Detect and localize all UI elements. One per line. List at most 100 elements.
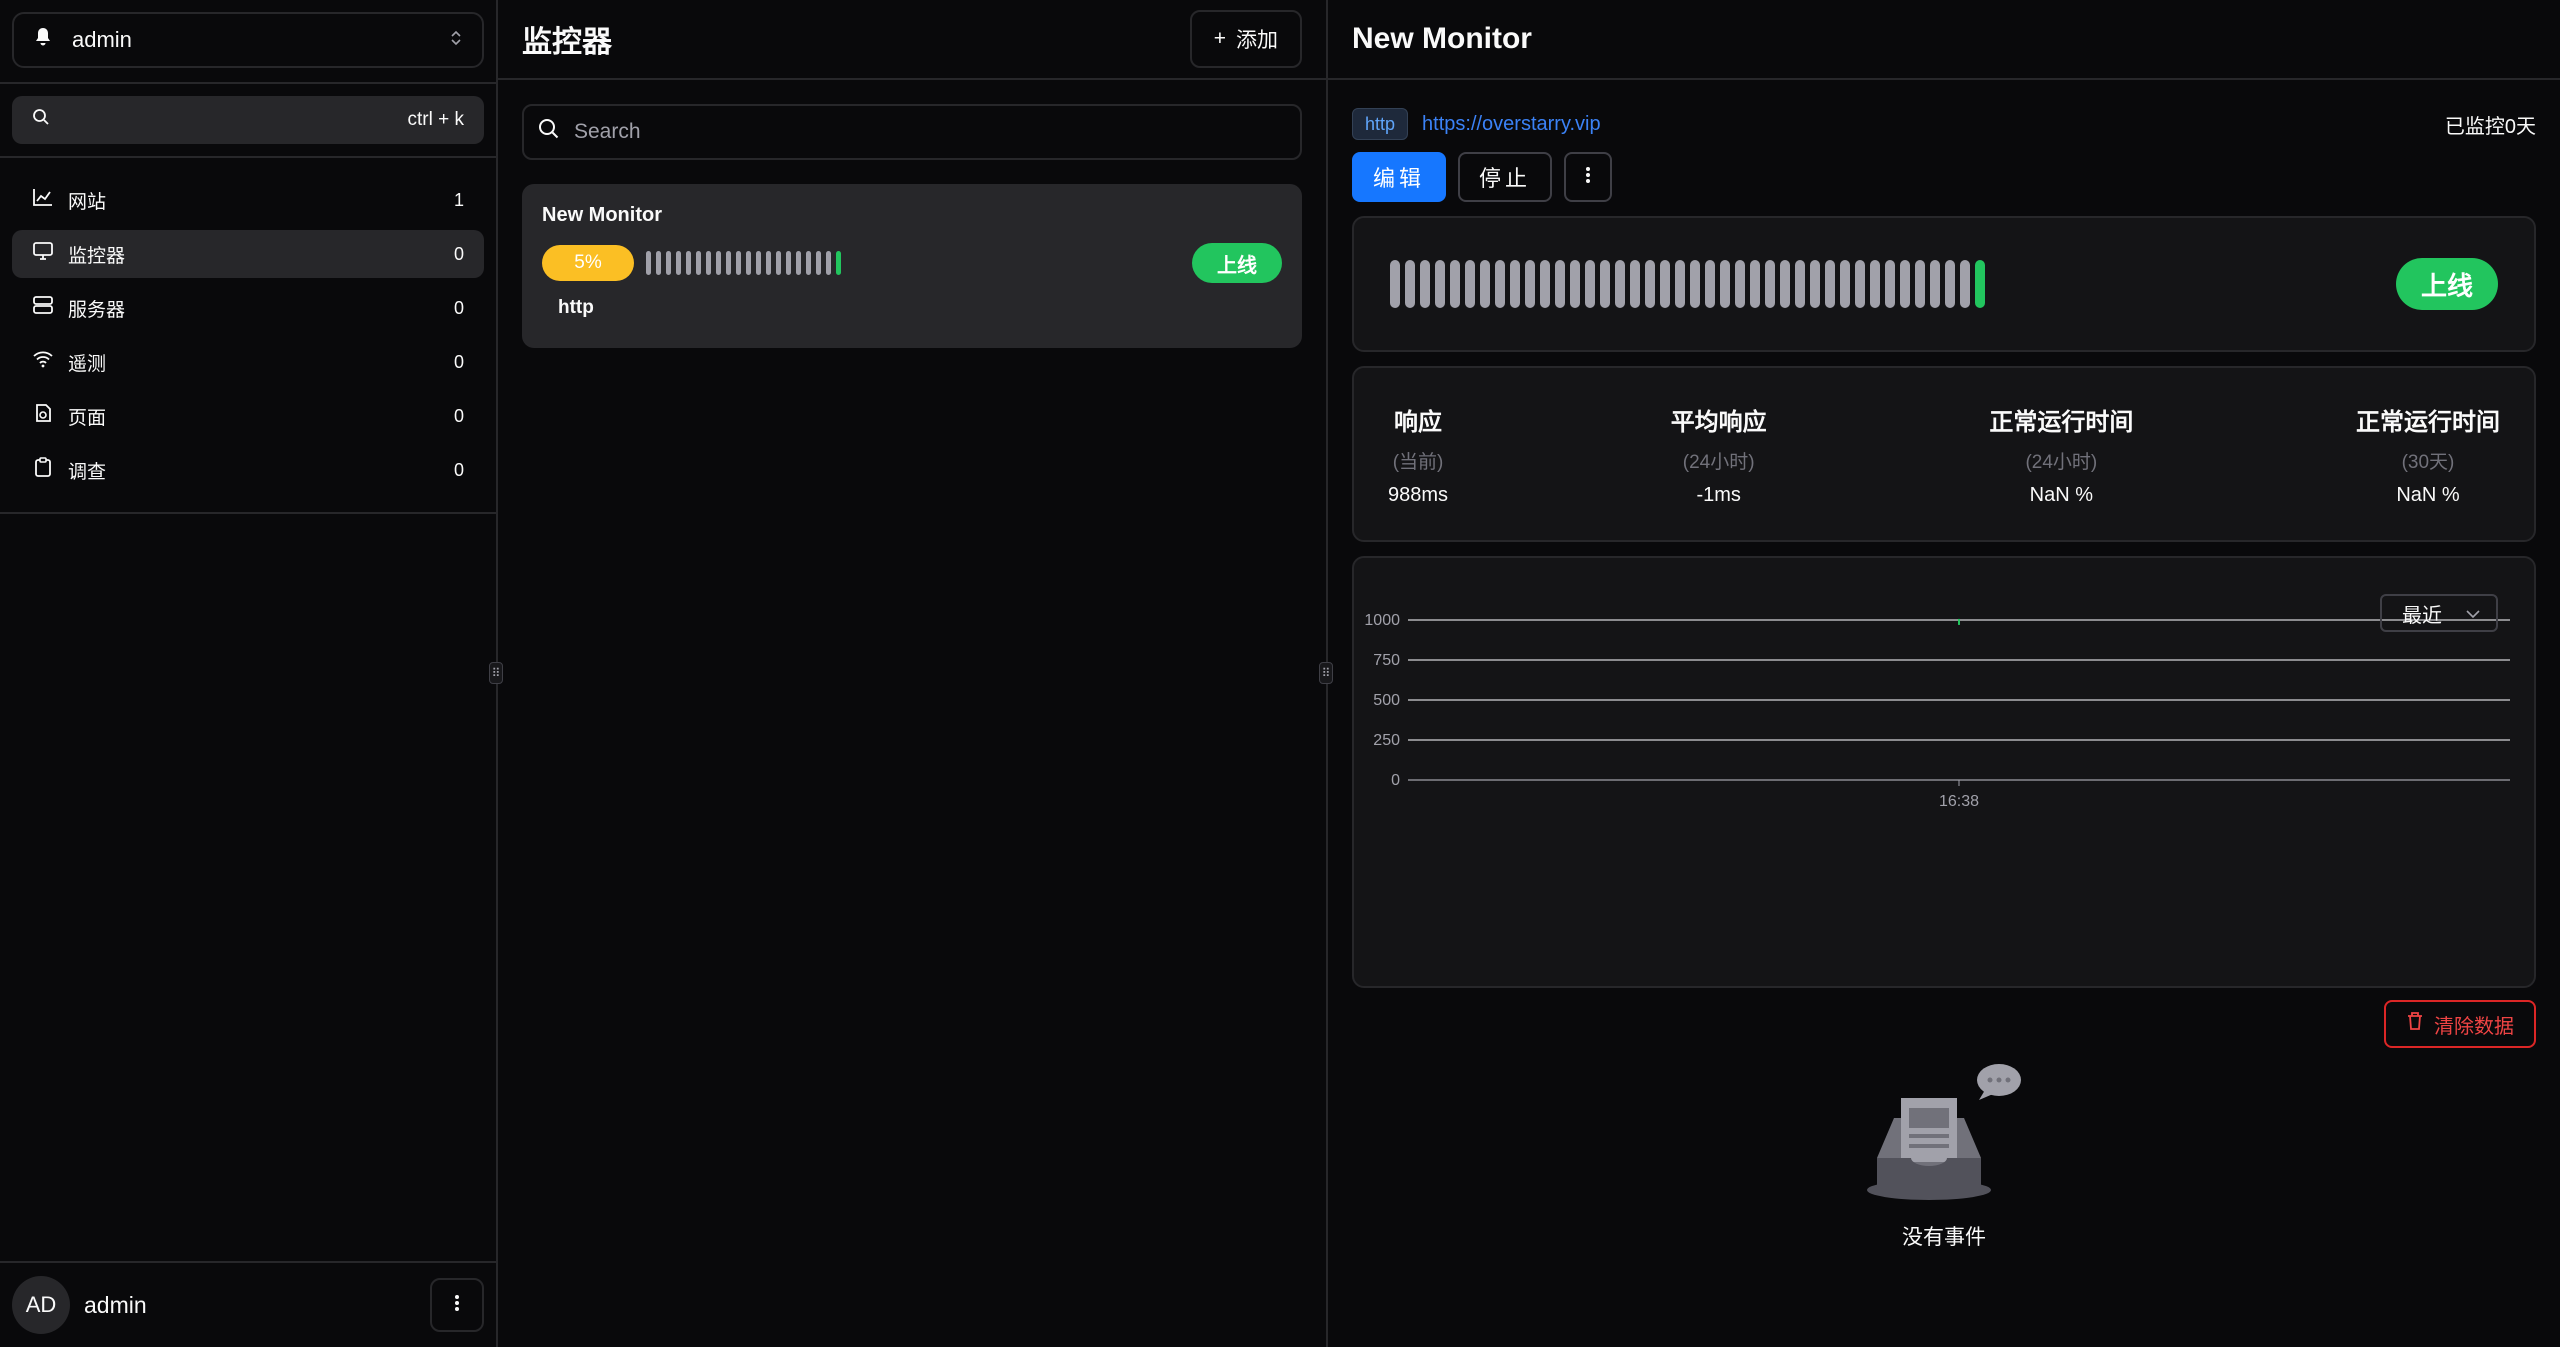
heartbeat-pending: [1705, 260, 1715, 308]
sidebar-item-count: 0: [453, 405, 464, 426]
heartbeat-pending: [1495, 260, 1505, 308]
stat-title: 正常运行时间: [2356, 408, 2500, 436]
stat-uptime-30d: 正常运行时间 (30天) NaN %: [2356, 402, 2500, 507]
monitor-list-pane: ⠿ 监控器 + 添加 Search New Monitor 5% 上线 http: [489, 0, 1328, 1347]
status-badge: 上线: [1192, 243, 1282, 283]
avatar[interactable]: AD: [12, 1276, 70, 1334]
heartbeat-pending: [1555, 260, 1565, 308]
heartbeat-pending: [1795, 260, 1805, 308]
heartbeat-pending: [1660, 260, 1670, 308]
sidebar-item-label: 网站: [68, 191, 107, 213]
heartbeat-pending: [1450, 260, 1460, 308]
heartbeat-pending: [1870, 260, 1880, 308]
heartbeat-pending: [1480, 260, 1490, 308]
heartbeat-pending: [1645, 260, 1655, 308]
sidebar-item-count: 0: [453, 459, 464, 480]
heartbeat-pending: [1630, 260, 1640, 308]
more-vertical-icon: [454, 1293, 460, 1318]
sidebar-item-websites[interactable]: 网站 1: [12, 176, 484, 224]
monitor-icon: [32, 241, 54, 267]
stat-avg-response: 平均响应 (24小时) -1ms: [1671, 402, 1767, 507]
y-tick-label: 500: [1373, 692, 1400, 709]
monitor-search-input[interactable]: Search: [522, 104, 1302, 160]
more-vertical-icon: [1585, 165, 1591, 190]
heartbeat-pending: [676, 251, 681, 275]
monitor-type: http: [558, 297, 594, 318]
search-placeholder: Search: [574, 120, 641, 143]
stats-panel: 响应 (当前) 988ms 平均响应 (24小时) -1ms 正常运行时间 (2…: [1352, 366, 2536, 542]
resize-handle[interactable]: ⠿: [489, 662, 503, 684]
heartbeat-pending: [1570, 260, 1580, 308]
sidebar-item-telemetry[interactable]: 遥测 0: [12, 338, 484, 386]
heartbeat-pending: [686, 251, 691, 275]
sidebar-item-servers[interactable]: 服务器 0: [12, 284, 484, 332]
resize-handle[interactable]: ⠿: [1319, 662, 1333, 684]
heartbeat-pending: [1525, 260, 1535, 308]
heartbeat-pending: [1510, 260, 1520, 308]
stat-title: 平均响应: [1670, 408, 1767, 436]
sidebar-item-pages[interactable]: 页面 0: [12, 392, 484, 440]
heartbeat-pending: [1675, 260, 1685, 308]
heartbeat-pending: [776, 251, 781, 275]
clipboard-icon: [32, 457, 54, 483]
sidebar-search[interactable]: ctrl + k: [12, 96, 484, 144]
heartbeat-pending: [786, 251, 791, 275]
sidebar-item-label: 服务器: [68, 299, 126, 321]
sidebar-nav: 网站 1 监控器 0 服务器 0 遥测 0 页面 0 调查 0: [0, 158, 496, 514]
search-shortcut: ctrl + k: [407, 109, 464, 130]
add-label: 添加: [1236, 29, 1278, 52]
stat-sub: (24小时): [2025, 451, 2098, 473]
search-icon: [32, 108, 50, 132]
edit-button[interactable]: 编辑: [1352, 152, 1446, 202]
sidebar-item-monitors[interactable]: 监控器 0: [12, 230, 484, 278]
heartbeat-pending: [646, 251, 651, 275]
server-icon: [32, 295, 54, 321]
plus-icon: +: [1213, 27, 1226, 50]
sidebar-item-count: 0: [453, 297, 464, 318]
heartbeat-pending: [736, 251, 741, 275]
stat-uptime-24h: 正常运行时间 (24小时) NaN %: [1989, 402, 2133, 507]
page-title: 监控器: [522, 26, 612, 59]
detail-title: New Monitor: [1352, 22, 1532, 55]
heartbeat-pending: [1780, 260, 1790, 308]
stop-button[interactable]: 停止: [1458, 152, 1552, 202]
heartbeat-pending: [1540, 260, 1550, 308]
heartbeat-pending: [1930, 260, 1940, 308]
workspace-switcher[interactable]: admin: [12, 12, 484, 68]
heartbeat-pending: [1945, 260, 1955, 308]
heartbeat-pending: [1900, 260, 1910, 308]
heartbeat-pending: [1720, 260, 1730, 308]
chevron-down-icon: [2466, 602, 2480, 625]
monitor-url-link[interactable]: https://overstarry.vip: [1422, 113, 2431, 136]
heartbeat-pending: [1915, 260, 1925, 308]
y-tick-label: 250: [1373, 732, 1400, 749]
wifi-icon: [32, 349, 54, 375]
heartbeat-up: [836, 251, 841, 275]
heartbeat-pending: [806, 251, 811, 275]
heartbeat-pending: [1810, 260, 1820, 308]
heartbeat-pending: [726, 251, 731, 275]
range-select[interactable]: 最近: [2380, 594, 2498, 632]
clear-data-button[interactable]: 清除数据: [2384, 1000, 2536, 1048]
user-menu-button[interactable]: [430, 1278, 484, 1332]
heartbeat-pending: [706, 251, 711, 275]
sidebar-item-surveys[interactable]: 调查 0: [12, 446, 484, 494]
y-tick-label: 1000: [1364, 612, 1400, 629]
heartbeat-pending: [826, 251, 831, 275]
stat-sub: (当前): [1392, 451, 1444, 473]
heartbeat-pending: [766, 251, 771, 275]
trash-icon: [2406, 1011, 2424, 1037]
heartbeat-pending: [1840, 260, 1850, 308]
monitor-name: New Monitor: [542, 204, 662, 226]
monitored-duration: 已监控0天: [2444, 115, 2536, 138]
heartbeat-bar: [1390, 260, 2396, 308]
heartbeat-pending: [696, 251, 701, 275]
heartbeat-pending: [1390, 260, 1400, 308]
heartbeat-pending: [746, 251, 751, 275]
more-actions-button[interactable]: [1564, 152, 1612, 202]
monitor-card[interactable]: New Monitor 5% 上线 http: [522, 184, 1302, 348]
add-monitor-button[interactable]: + 添加: [1189, 10, 1302, 68]
heartbeat-pending: [656, 251, 661, 275]
heartbeat-pending: [716, 251, 721, 275]
stat-sub: (24小时): [1682, 451, 1755, 473]
